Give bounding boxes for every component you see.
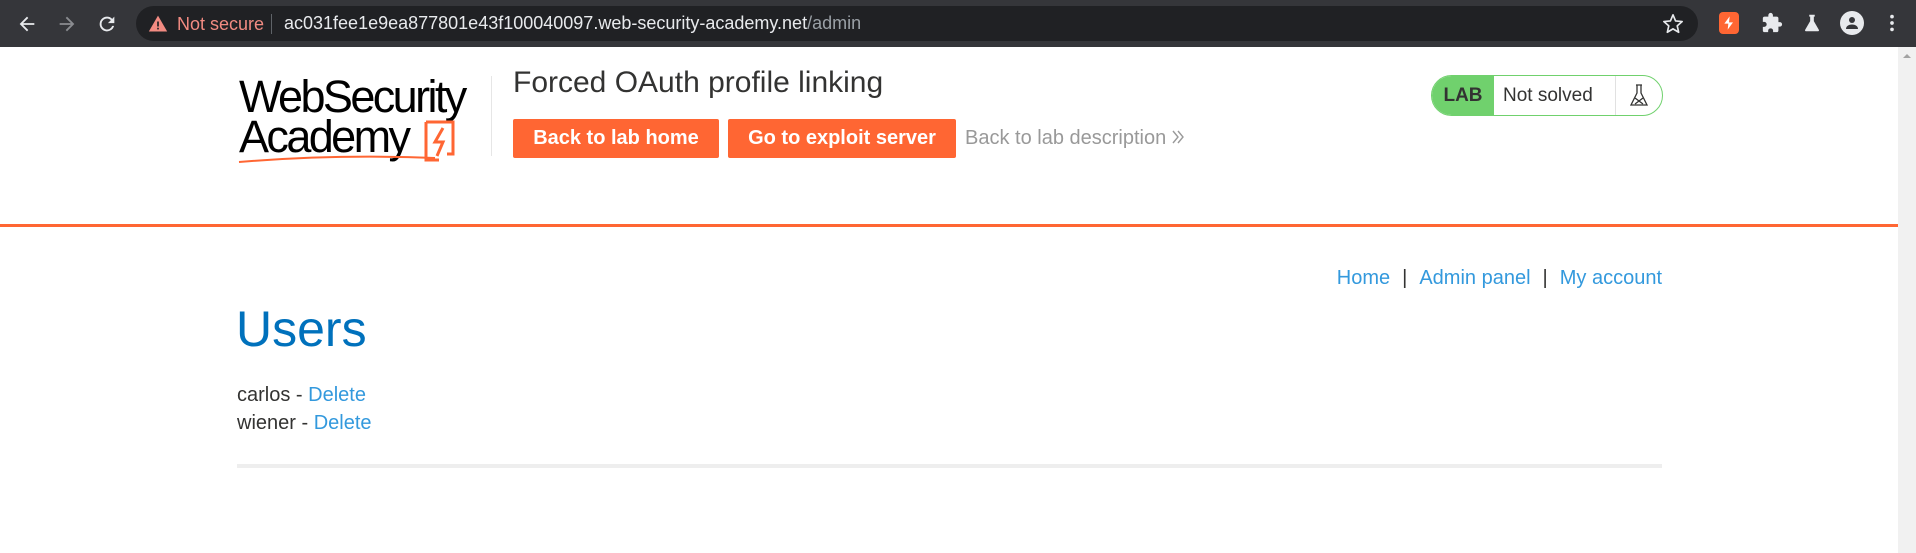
omnibox-divider bbox=[271, 14, 272, 34]
lab-status-widget: LAB Not solved bbox=[1431, 75, 1663, 116]
bookmark-star-icon[interactable] bbox=[1662, 13, 1684, 35]
user-row: carlos - Delete bbox=[237, 384, 366, 406]
page-title: Users bbox=[236, 301, 367, 357]
go-to-exploit-server-button[interactable]: Go to exploit server bbox=[728, 119, 956, 158]
extensions-puzzle-icon[interactable] bbox=[1760, 11, 1784, 35]
flask-icon bbox=[1616, 76, 1662, 115]
reload-icon[interactable] bbox=[92, 9, 122, 39]
content-divider bbox=[237, 464, 1662, 468]
forward-arrow-icon[interactable] bbox=[52, 9, 82, 39]
lab-title: Forced OAuth profile linking bbox=[513, 66, 884, 99]
back-to-lab-home-button[interactable]: Back to lab home bbox=[513, 119, 719, 158]
logo-divider bbox=[491, 76, 492, 156]
user-row: wiener - Delete bbox=[237, 412, 372, 434]
user-name: carlos bbox=[237, 384, 291, 406]
burp-extension-icon[interactable] bbox=[1719, 12, 1739, 34]
page-scrollbar[interactable] bbox=[1898, 47, 1916, 553]
delete-user-link[interactable]: Delete bbox=[314, 412, 372, 434]
header-divider bbox=[0, 224, 1898, 227]
labs-flask-icon[interactable] bbox=[1800, 11, 1824, 35]
profile-avatar-icon[interactable] bbox=[1840, 11, 1864, 35]
double-chevron-right-icon bbox=[1172, 130, 1185, 144]
browser-toolbar: Not secure ac031fee1e9ea877801e43f100040… bbox=[0, 0, 1916, 47]
back-to-lab-description-link[interactable]: Back to lab description bbox=[965, 127, 1186, 150]
user-name: wiener bbox=[237, 412, 296, 434]
nav-home-link[interactable]: Home bbox=[1337, 267, 1390, 289]
back-arrow-icon[interactable] bbox=[12, 9, 42, 39]
lab-badge-label: LAB bbox=[1432, 76, 1494, 115]
url-text[interactable]: ac031fee1e9ea877801e43f100040097.web-sec… bbox=[284, 13, 861, 34]
warning-icon bbox=[148, 15, 168, 32]
security-status[interactable]: Not secure bbox=[177, 14, 264, 34]
logo-swoosh bbox=[238, 155, 436, 163]
account-navigation: Home | Admin panel | My account bbox=[1336, 267, 1662, 289]
nav-admin-panel-link[interactable]: Admin panel bbox=[1419, 267, 1530, 289]
address-bar[interactable]: Not secure ac031fee1e9ea877801e43f100040… bbox=[136, 6, 1698, 41]
browser-menu-icon[interactable] bbox=[1880, 11, 1904, 35]
nav-my-account-link[interactable]: My account bbox=[1560, 267, 1662, 289]
lab-status-text: Not solved bbox=[1494, 76, 1616, 115]
delete-user-link[interactable]: Delete bbox=[308, 384, 366, 406]
web-security-academy-logo[interactable]: WebSecurity Academy bbox=[237, 72, 487, 164]
scroll-up-arrow-icon[interactable] bbox=[1903, 52, 1911, 60]
